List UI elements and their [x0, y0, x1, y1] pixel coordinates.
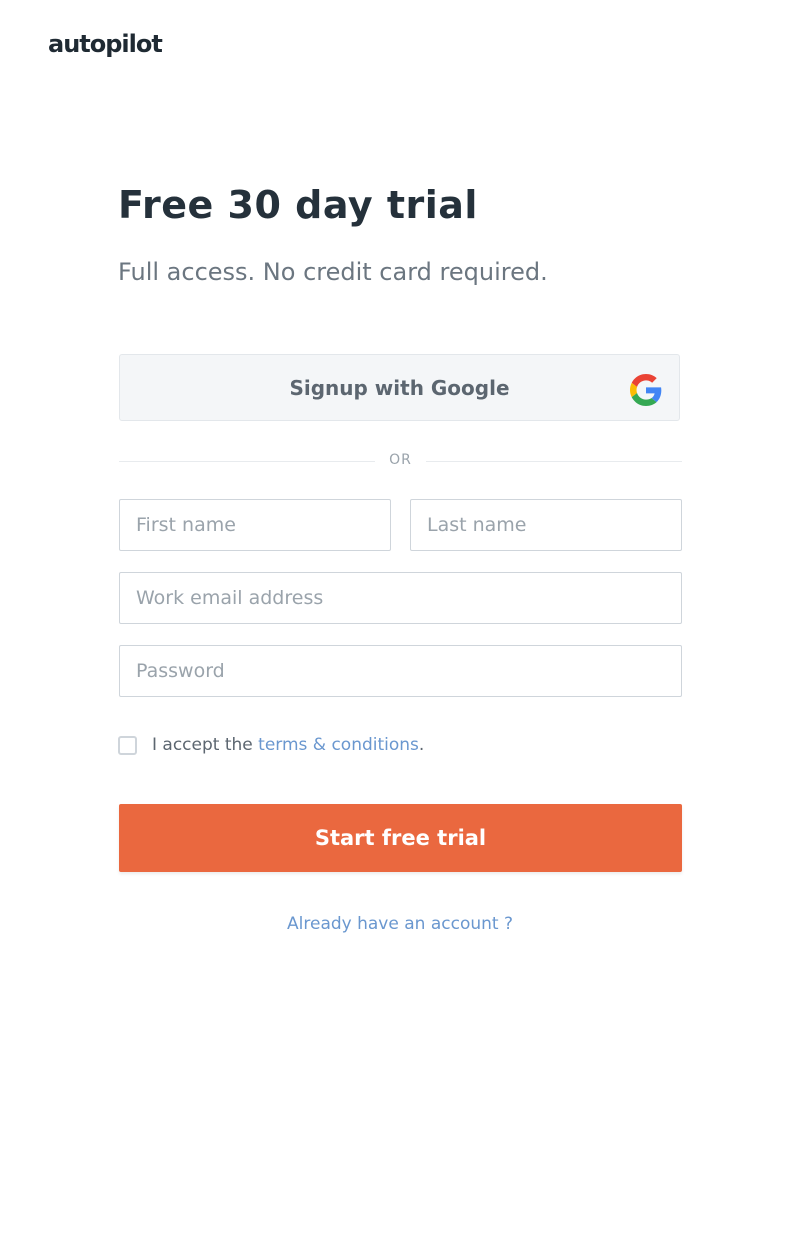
- google-g-icon: [630, 374, 662, 406]
- terms-conditions-link[interactable]: terms & conditions: [258, 735, 419, 755]
- or-divider: OR: [119, 451, 682, 471]
- google-signup-button[interactable]: Signup with Google: [119, 354, 680, 421]
- google-signup-label: Signup with Google: [289, 375, 510, 400]
- terms-checkbox[interactable]: [118, 735, 137, 755]
- last-name-input[interactable]: [410, 499, 682, 551]
- start-free-trial-button[interactable]: Start free trial: [119, 804, 682, 872]
- page-subtitle: Full access. No credit card required.: [118, 258, 548, 286]
- divider-label: OR: [389, 452, 412, 468]
- terms-suffix: .: [418, 735, 425, 755]
- password-input[interactable]: [119, 645, 682, 697]
- first-name-input[interactable]: [119, 499, 391, 551]
- terms-prefix: I accept the: [152, 735, 253, 755]
- divider-line-right: [426, 461, 682, 462]
- work-email-input[interactable]: [119, 572, 682, 624]
- page-title: Free 30 day trial: [118, 183, 478, 227]
- autopilot-logo[interactable]: autopilot: [48, 30, 163, 58]
- terms-row: I accept the terms & conditions .: [118, 732, 424, 758]
- already-have-account-link[interactable]: Already have an account ?: [0, 914, 800, 934]
